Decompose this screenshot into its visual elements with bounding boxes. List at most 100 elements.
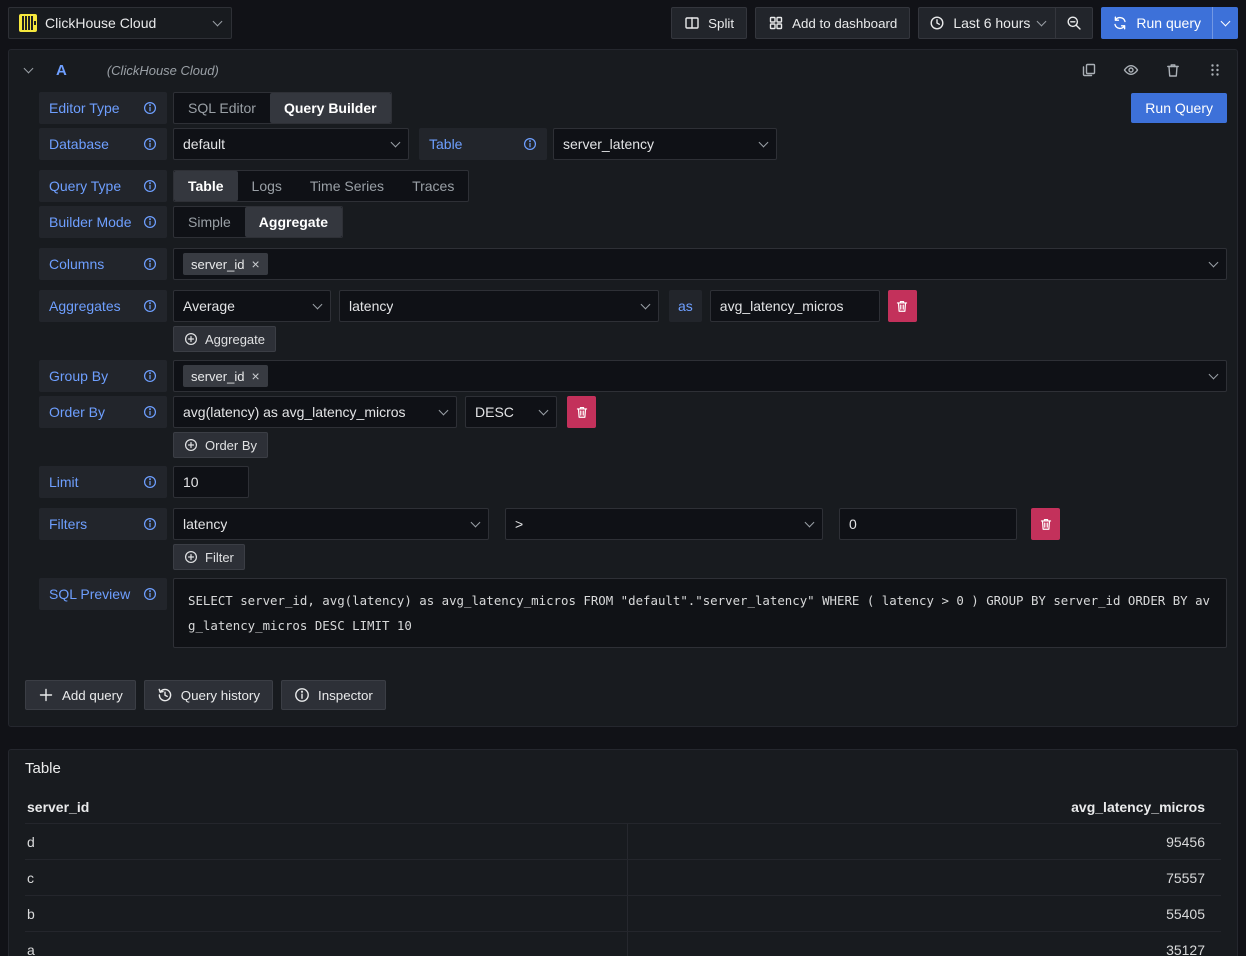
query-type-table[interactable]: Table (174, 171, 238, 201)
query-type-toggle: Table Logs Time Series Traces (173, 170, 469, 202)
builder-mode-simple[interactable]: Simple (174, 207, 245, 237)
query-history-button[interactable]: Query history (144, 680, 273, 710)
plus-circle-icon (184, 332, 198, 346)
query-type-traces[interactable]: Traces (398, 171, 468, 201)
add-aggregate-button[interactable]: Aggregate (173, 326, 276, 352)
aggregate-column-select[interactable]: latency (339, 290, 659, 322)
limit-input[interactable]: 10 (173, 466, 249, 498)
remove-filter-button[interactable] (1031, 508, 1060, 540)
add-filter-button[interactable]: Filter (173, 544, 245, 570)
builder-mode-row: Builder Mode Simple Aggregate (39, 206, 1227, 238)
filters-row: Filters latency > 0 (39, 508, 1227, 540)
remove-aggregate-button[interactable] (888, 290, 917, 322)
order-by-field-select[interactable]: avg(latency) as avg_latency_micros (173, 396, 457, 428)
split-button[interactable]: Split (671, 7, 747, 39)
query-editor-panel: A (ClickHouse Cloud) Editor Type SQL Edi… (8, 49, 1238, 727)
add-order-by-button[interactable]: Order By (173, 432, 268, 458)
info-circle-icon[interactable] (143, 587, 157, 601)
add-query-button[interactable]: Add query (25, 680, 136, 710)
chevron-down-icon (1209, 257, 1219, 267)
info-circle-icon[interactable] (143, 101, 157, 115)
info-circle-icon[interactable] (143, 517, 157, 531)
cell-server-id: d (25, 834, 627, 850)
time-range-picker[interactable]: Last 6 hours (919, 8, 1055, 38)
filter-value-input[interactable]: 0 (839, 508, 1017, 540)
filter-operator-select[interactable]: > (505, 508, 823, 540)
trash-icon (1165, 62, 1181, 78)
cell-server-id: c (25, 870, 627, 886)
info-circle-icon[interactable] (143, 257, 157, 271)
remove-icon[interactable]: × (251, 257, 259, 271)
time-controls: Last 6 hours (918, 7, 1093, 39)
run-query-dropdown[interactable] (1212, 7, 1238, 39)
builder-mode-aggregate[interactable]: Aggregate (245, 207, 342, 237)
filters-label: Filters (39, 508, 167, 540)
clickhouse-logo-icon (19, 14, 37, 32)
info-circle-icon[interactable] (143, 179, 157, 193)
zoom-out-time-button[interactable] (1055, 8, 1092, 38)
database-label: Database (39, 128, 167, 160)
info-circle-icon[interactable] (143, 299, 157, 313)
copy-icon (1081, 62, 1097, 78)
table-label: Table (419, 128, 547, 160)
duplicate-query-button[interactable] (1081, 62, 1097, 78)
info-circle-icon[interactable] (143, 137, 157, 151)
run-query-button[interactable]: Run query (1101, 7, 1212, 39)
remove-icon[interactable]: × (251, 369, 259, 383)
chevron-down-icon (313, 299, 323, 309)
panel-run-query-button[interactable]: Run Query (1131, 93, 1227, 123)
chevron-down-icon (1037, 16, 1047, 26)
clock-icon (929, 15, 945, 31)
info-circle-icon[interactable] (143, 405, 157, 419)
collapse-chevron-icon[interactable] (24, 63, 34, 73)
query-header: A (ClickHouse Cloud) (9, 50, 1237, 90)
aggregate-function-select[interactable]: Average (173, 290, 331, 322)
column-header-server-id[interactable]: server_id (25, 799, 627, 815)
drag-handle[interactable] (1207, 62, 1223, 78)
disable-query-button[interactable] (1123, 62, 1139, 78)
order-by-row: Order By avg(latency) as avg_latency_mic… (39, 396, 1227, 428)
info-circle-icon[interactable] (523, 137, 537, 151)
column-header-avg-latency-micros[interactable]: avg_latency_micros (627, 799, 1221, 815)
filter-column-select[interactable]: latency (173, 508, 489, 540)
info-circle-icon[interactable] (143, 215, 157, 229)
info-circle-icon[interactable] (143, 369, 157, 383)
remove-query-button[interactable] (1165, 62, 1181, 78)
aggregates-label: Aggregates (39, 290, 167, 322)
plus-icon (38, 687, 54, 703)
editor-type-query-builder[interactable]: Query Builder (270, 93, 391, 123)
apps-grid-icon (768, 15, 784, 31)
query-type-logs[interactable]: Logs (238, 171, 296, 201)
chevron-down-icon (759, 137, 769, 147)
add-to-dashboard-button[interactable]: Add to dashboard (755, 7, 910, 39)
editor-type-row: Editor Type SQL Editor Query Builder Run… (39, 92, 1227, 124)
table-row: d 95456 (25, 823, 1221, 859)
table-select[interactable]: server_latency (553, 128, 777, 160)
database-select[interactable]: default (173, 128, 409, 160)
editor-type-toggle: SQL Editor Query Builder (173, 92, 392, 124)
aggregate-alias-input[interactable]: avg_latency_micros (710, 290, 880, 322)
datasource-picker[interactable]: ClickHouse Cloud (8, 7, 232, 39)
sql-preview-text: SELECT server_id, avg(latency) as avg_la… (173, 578, 1227, 648)
query-type-time-series[interactable]: Time Series (296, 171, 398, 201)
group-by-multiselect[interactable]: server_id × (173, 360, 1227, 392)
inspector-button[interactable]: Inspector (281, 680, 386, 710)
remove-order-by-button[interactable] (567, 396, 596, 428)
info-circle-icon[interactable] (143, 475, 157, 489)
search-minus-icon (1066, 15, 1082, 31)
as-label: as (669, 290, 702, 322)
add-to-dashboard-label: Add to dashboard (792, 16, 897, 31)
cell-avg-latency: 95456 (627, 824, 1221, 859)
query-type-row: Query Type Table Logs Time Series Traces (39, 170, 1227, 202)
order-by-direction-select[interactable]: DESC (465, 396, 557, 428)
query-ref-id: A (56, 62, 67, 79)
columns-row: Columns server_id × (39, 248, 1227, 280)
plus-circle-icon (184, 550, 198, 564)
editor-type-sql-editor[interactable]: SQL Editor (174, 93, 270, 123)
query-datasource-hint: (ClickHouse Cloud) (107, 63, 219, 78)
chevron-down-icon (539, 405, 549, 415)
sync-icon (1112, 15, 1128, 31)
columns-multiselect[interactable]: server_id × (173, 248, 1227, 280)
cell-server-id: b (25, 906, 627, 922)
cell-avg-latency: 55405 (627, 896, 1221, 931)
